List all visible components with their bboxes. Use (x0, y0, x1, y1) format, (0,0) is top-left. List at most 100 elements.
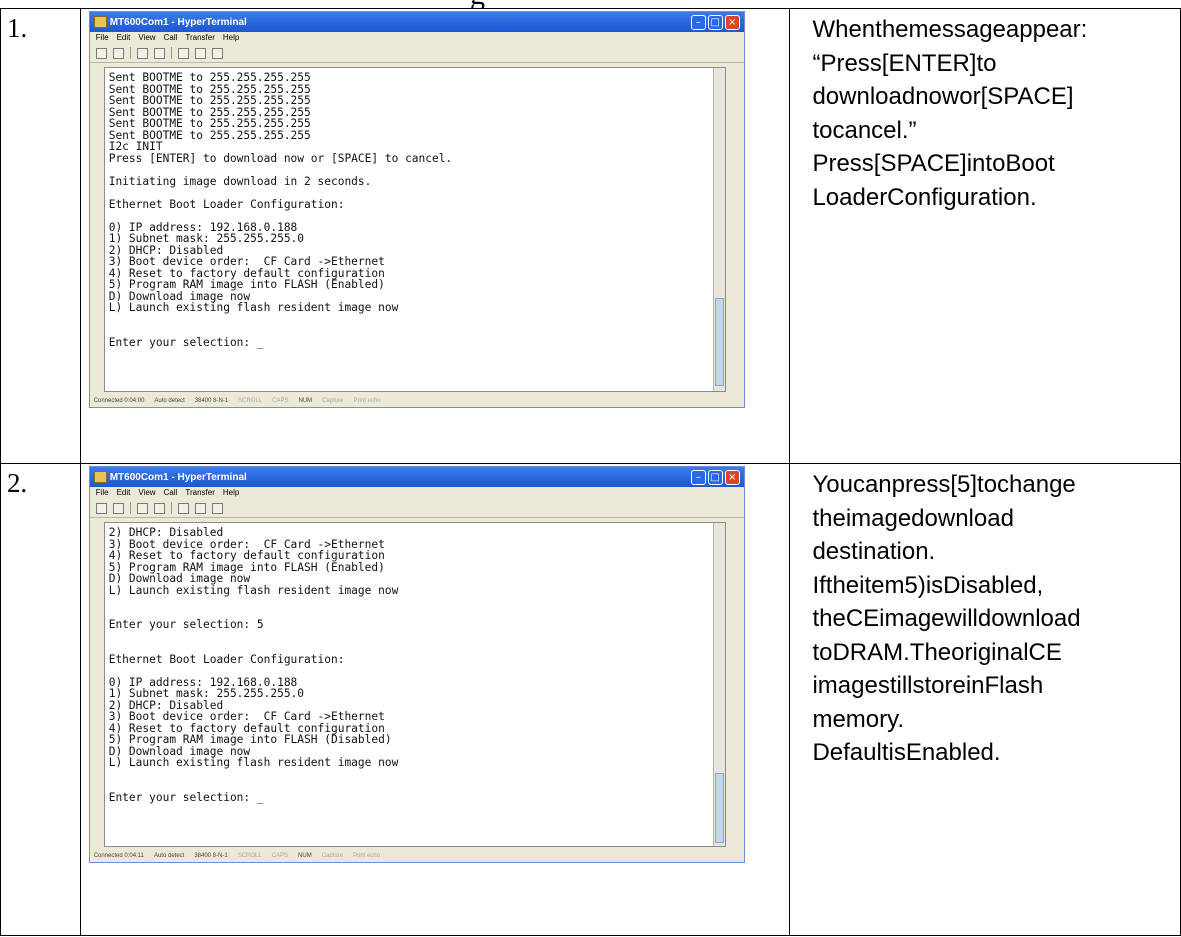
status-caps: CAPS (271, 853, 289, 859)
terminal-screen[interactable]: 2) DHCP: Disabled 3) Boot device order: … (103, 522, 726, 847)
maximize-icon[interactable]: □ (707, 14, 723, 30)
description-line: Whenthemessageappear: (812, 16, 1088, 43)
table-row: 2. MT600Com1 - HyperTerminal – □ × File … (0, 463, 1181, 936)
maximize-icon[interactable]: □ (707, 469, 723, 485)
menu-bar: File Edit View Call Transfer Help (90, 32, 744, 44)
new-icon[interactable] (95, 502, 107, 514)
description-line: “Press[ENTER]to (812, 49, 997, 77)
description-line: downloadnowor[SPACE] (812, 83, 1074, 110)
hyperterminal-window: MT600Com1 - HyperTerminal – □ × File Edi… (88, 11, 745, 408)
menu-call[interactable]: Call (164, 487, 178, 499)
menu-transfer[interactable]: Transfer (185, 487, 215, 499)
menu-view[interactable]: View (138, 487, 155, 499)
status-num: NUM (298, 853, 312, 859)
status-detect: Auto detect (154, 398, 185, 404)
minimize-icon[interactable]: – (690, 14, 706, 30)
menu-view[interactable]: View (138, 32, 155, 44)
toolbar (89, 44, 744, 63)
open-icon[interactable] (112, 502, 124, 514)
screenshot-cell: MT600Com1 - HyperTerminal – □ × File Edi… (79, 463, 791, 936)
scrollbar-thumb[interactable] (714, 298, 724, 386)
toolbar-separator (170, 47, 172, 59)
scrollbar-thumb[interactable] (714, 773, 724, 843)
description-line: memory. (812, 705, 905, 733)
description-cell: Whenthemessageappear: “Press[ENTER]to do… (789, 8, 1181, 464)
status-bar: Connected 0:04:11 Auto detect 38400 8-N-… (90, 850, 744, 862)
status-caps: CAPS (272, 398, 289, 404)
description-line: DefaultisEnabled. (812, 739, 1001, 766)
minimize-icon[interactable]: – (690, 469, 706, 485)
hyperterminal-icon (93, 471, 107, 483)
menu-edit[interactable]: Edit (117, 487, 131, 499)
toolbar-separator (129, 47, 131, 59)
description-cell: Youcanpress[5]tochange theimagedownload … (789, 463, 1181, 936)
menu-help[interactable]: Help (223, 32, 239, 44)
toolbar-separator (129, 502, 131, 514)
title-bar: MT600Com1 - HyperTerminal – □ × (89, 467, 744, 487)
send-icon[interactable] (177, 502, 189, 514)
instruction-table: 1. MT600Com1 - HyperTerminal – □ × File … (0, 8, 1181, 936)
step-number-cell: 2. (0, 463, 81, 936)
menu-edit[interactable]: Edit (117, 32, 131, 44)
status-connected: Connected 0:04:11 (93, 853, 144, 859)
status-print-echo: Print echo (353, 853, 381, 859)
terminal-output: Sent BOOTME to 255.255.255.255 Sent BOOT… (108, 71, 453, 349)
step-description: Whenthemessageappear: “Press[ENTER]to do… (790, 9, 1180, 214)
hyperterminal-icon (93, 16, 107, 28)
new-icon[interactable] (95, 47, 107, 59)
connect-icon[interactable] (136, 502, 148, 514)
send-icon[interactable] (177, 47, 189, 59)
title-bar: MT600Com1 - HyperTerminal – □ × (89, 12, 744, 32)
window-title: MT600Com1 - HyperTerminal (109, 16, 247, 28)
open-icon[interactable] (112, 47, 124, 59)
description-line: imagestillstoreinFlash (812, 672, 1044, 699)
properties-icon[interactable] (211, 502, 223, 514)
step-number: 1. (7, 13, 28, 43)
close-icon[interactable]: × (724, 14, 740, 30)
status-baud: 38400 8-N-1 (194, 853, 228, 859)
description-line: Press[SPACE]intoBoot (812, 150, 1055, 177)
step-description: Youcanpress[5]tochange theimagedownload … (790, 464, 1180, 770)
disconnect-icon[interactable] (153, 502, 165, 514)
menu-bar: File Edit View Call Transfer Help (90, 487, 744, 499)
terminal-output: 2) DHCP: Disabled 3) Boot device order: … (108, 526, 399, 804)
table-row: 1. MT600Com1 - HyperTerminal – □ × File … (0, 8, 1181, 464)
description-line: theimagedownload (812, 504, 1014, 532)
receive-icon[interactable] (194, 502, 206, 514)
toolbar-separator (170, 502, 172, 514)
terminal-screen[interactable]: Sent BOOTME to 255.255.255.255 Sent BOOT… (103, 67, 726, 392)
heading-fragment: g (0, 0, 1181, 8)
status-connected: Connected 0:04:00 (93, 398, 145, 404)
screenshot-cell: MT600Com1 - HyperTerminal – □ × File Edi… (79, 8, 791, 464)
step-number: 2. (7, 468, 28, 498)
vertical-scrollbar[interactable] (712, 523, 725, 846)
menu-transfer[interactable]: Transfer (185, 32, 215, 44)
toolbar (89, 499, 744, 518)
description-line: theCEimagewilldownload (812, 605, 1081, 632)
menu-help[interactable]: Help (223, 487, 239, 499)
status-baud: 38400 8-N-1 (194, 398, 229, 404)
properties-icon[interactable] (211, 47, 223, 59)
status-detect: Auto detect (153, 853, 185, 859)
window-title: MT600Com1 - HyperTerminal (109, 471, 247, 483)
status-bar: Connected 0:04:00 Auto detect 38400 8-N-… (90, 395, 744, 407)
menu-file[interactable]: File (96, 487, 109, 499)
disconnect-icon[interactable] (153, 47, 165, 59)
status-scroll: SCROLL (238, 398, 263, 404)
description-line: destination. (812, 538, 936, 565)
close-icon[interactable]: × (724, 469, 740, 485)
connect-icon[interactable] (136, 47, 148, 59)
step-number-cell: 1. (0, 8, 81, 464)
description-line: Youcanpress[5]tochange (812, 471, 1076, 498)
hyperterminal-window: MT600Com1 - HyperTerminal – □ × File Edi… (88, 466, 745, 863)
status-capture: Capture (322, 398, 344, 404)
description-line: LoaderConfiguration. (812, 183, 1037, 211)
menu-file[interactable]: File (96, 32, 109, 44)
status-capture: Capture (321, 853, 344, 859)
status-print-echo: Print echo (353, 398, 381, 404)
receive-icon[interactable] (194, 47, 206, 59)
vertical-scrollbar[interactable] (712, 68, 725, 391)
menu-call[interactable]: Call (164, 32, 178, 44)
status-num: NUM (298, 398, 313, 404)
description-line: tocancel.” (812, 116, 917, 144)
